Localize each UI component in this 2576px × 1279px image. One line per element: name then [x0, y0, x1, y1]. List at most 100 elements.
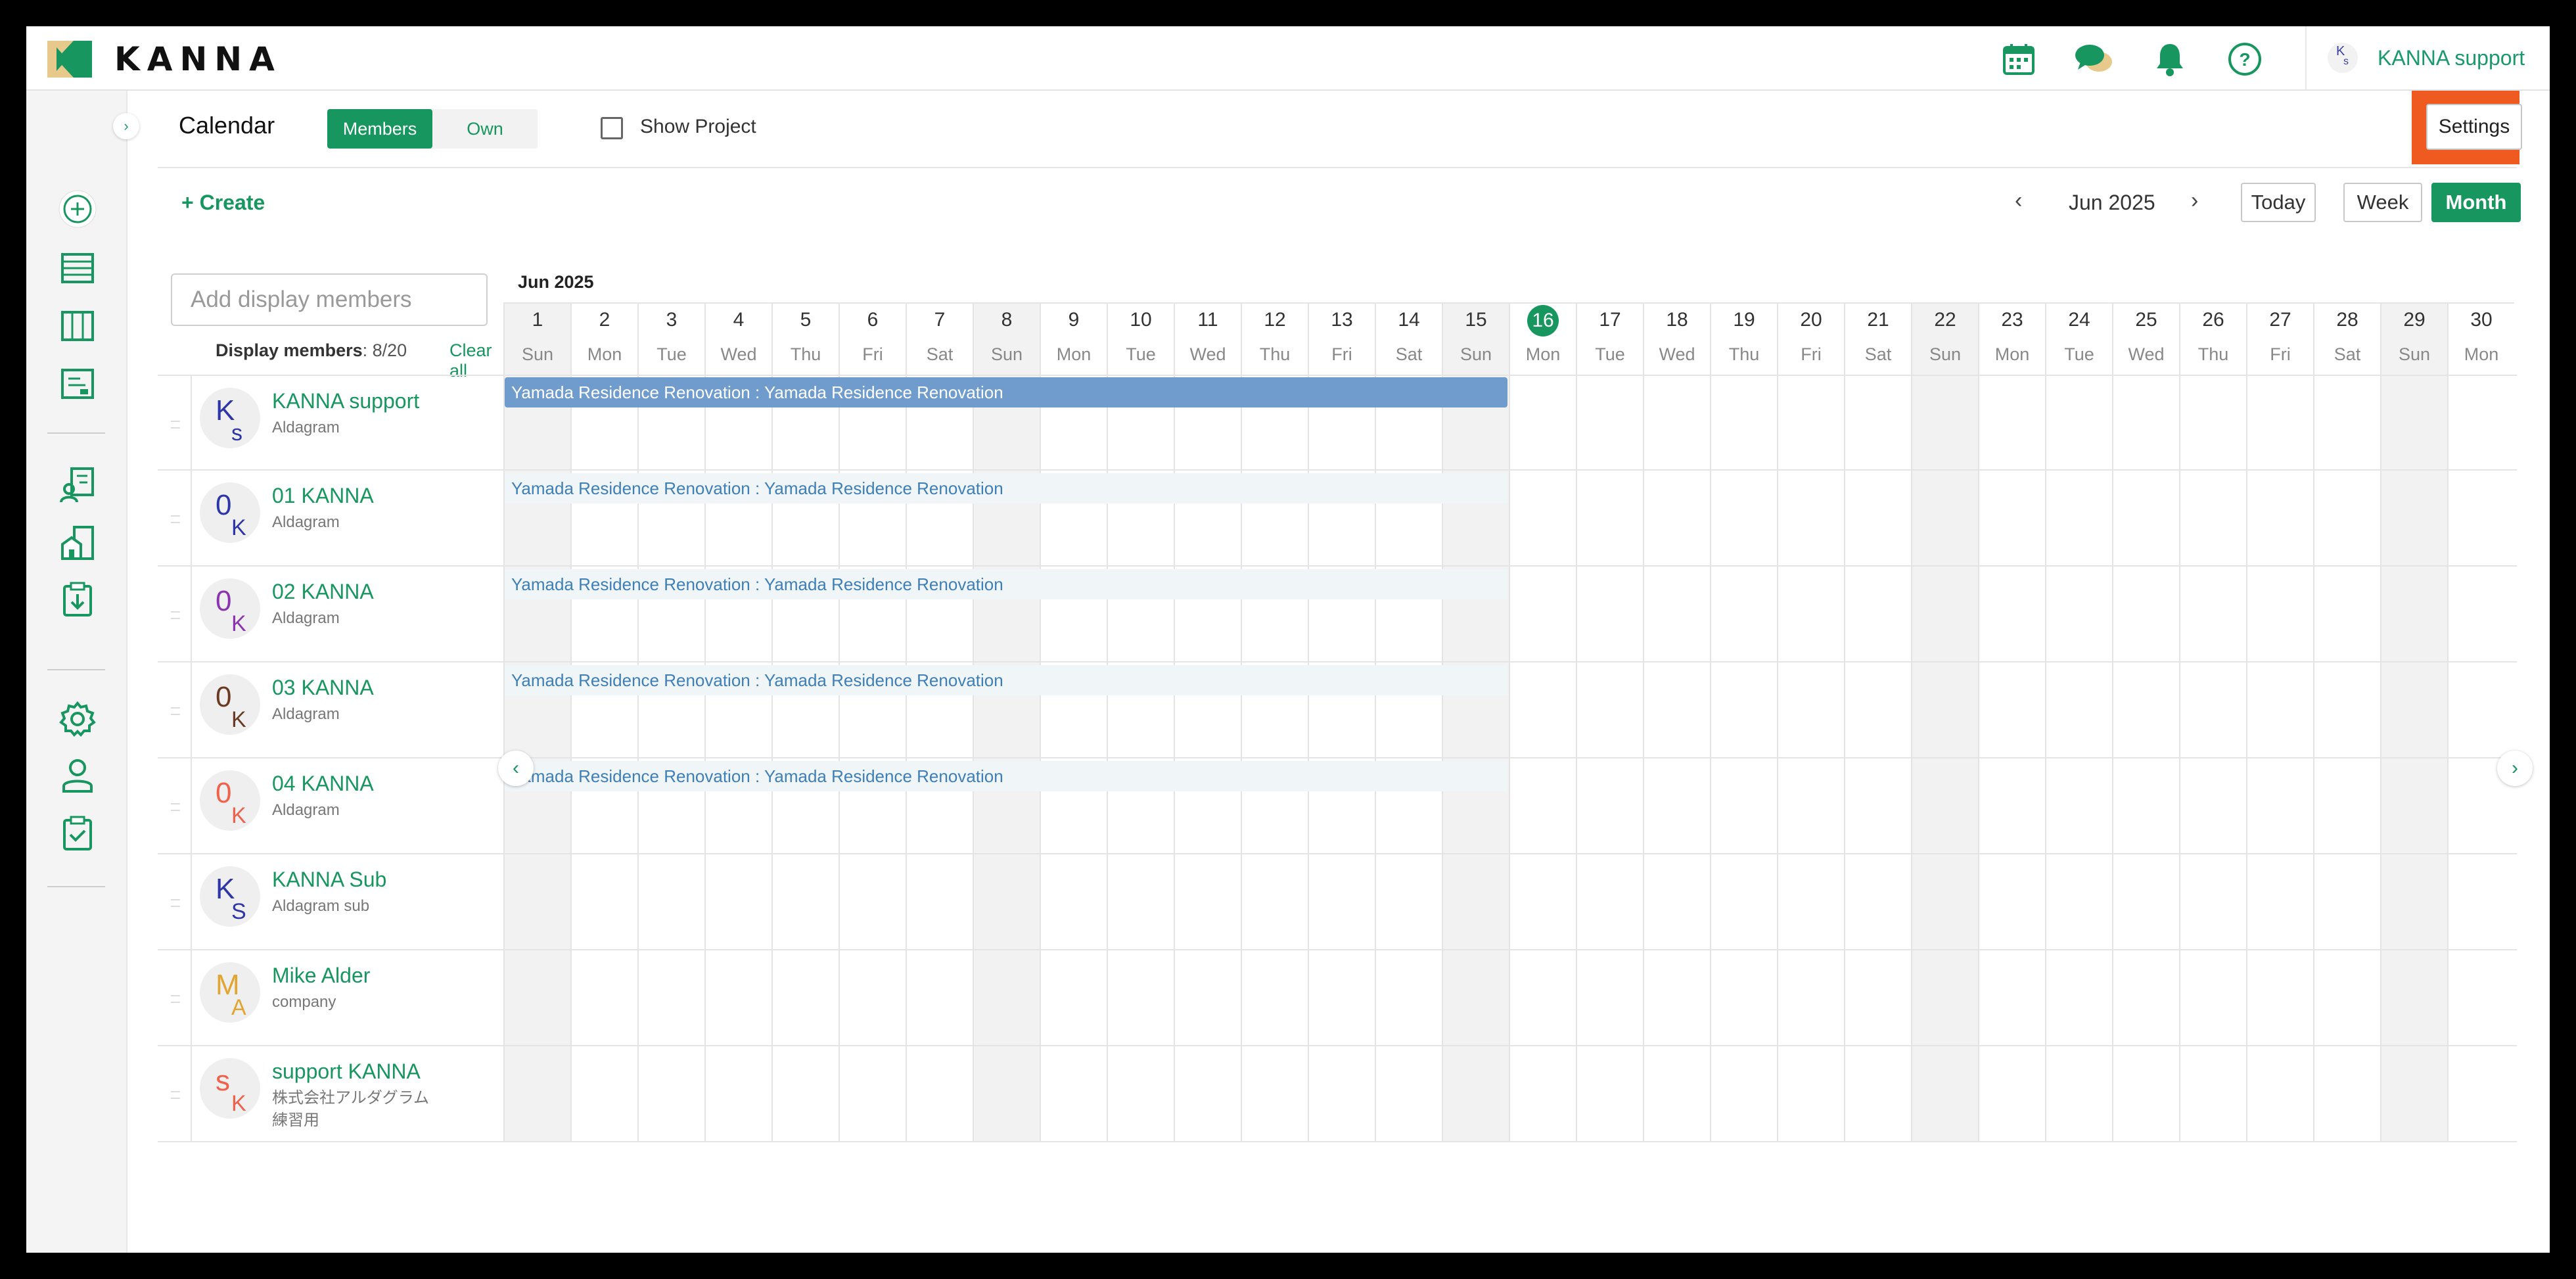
weekday-label: Mon [2464, 344, 2499, 364]
day-header: 9 Mon [1040, 302, 1107, 375]
day-number: 11 [1197, 309, 1218, 331]
member-name[interactable]: 04 KANNA [272, 772, 374, 796]
help-icon[interactable]: ? [2225, 39, 2265, 79]
user-menu[interactable]: K s KANNA support [2305, 26, 2525, 89]
member-company: Aldagram [272, 513, 340, 531]
settings-button[interactable]: Settings [2426, 104, 2522, 150]
scroll-right-button[interactable]: › [2497, 751, 2533, 786]
day-header: 29 Sun [2380, 302, 2447, 375]
day-header: 20 Fri [1777, 302, 1844, 375]
tab-own[interactable]: Own [432, 109, 538, 149]
member-name[interactable]: 02 KANNA [272, 580, 374, 604]
event-bar[interactable]: Yamada Residence Renovation : Yamada Res… [505, 569, 1507, 599]
display-members-value: : 8/20 [362, 340, 407, 360]
avatar-initial-bottom: K [231, 515, 246, 540]
current-month: Jun 2025 [2069, 191, 2155, 214]
avatar: 0K [200, 770, 260, 831]
day-header: 21 Sat [1844, 302, 1911, 375]
day-number: 14 [1398, 309, 1420, 331]
member-name[interactable]: 01 KANNA [272, 484, 374, 508]
drag-handle[interactable] [171, 899, 180, 907]
avatar: Ks [200, 388, 260, 448]
weekday-label: Wed [720, 344, 757, 364]
weekday-label: Mon [1525, 344, 1561, 364]
show-project-checkbox[interactable] [601, 117, 623, 139]
avatar-initial-top: 0 [216, 681, 232, 713]
weekday-label: Mon [587, 344, 622, 364]
member-row: M A Mike Alder company [158, 950, 2517, 1046]
weekday-label: Tue [2064, 344, 2094, 364]
member-company: Aldagram [272, 801, 340, 819]
weekday-label: Sun [521, 344, 554, 364]
member-name[interactable]: Mike Alder [272, 964, 370, 988]
list-icon[interactable] [58, 248, 97, 288]
grid-month-label: Jun 2025 [518, 272, 594, 292]
display-members-label: Display members [216, 340, 363, 360]
day-number: 12 [1264, 309, 1286, 331]
weekday-label: Sun [1460, 344, 1492, 364]
next-month-button[interactable]: › [2191, 188, 2198, 214]
clipboard-download-icon[interactable] [58, 580, 97, 619]
kanna-logo[interactable]: KANNA [47, 40, 282, 78]
report-icon[interactable] [58, 364, 97, 404]
avatar: 0K [200, 578, 260, 639]
user-icon[interactable] [58, 756, 97, 795]
documents-icon[interactable] [58, 465, 97, 505]
event-bar[interactable]: Yamada Residence Renovation : Yamada Res… [505, 665, 1507, 695]
page-title: Calendar [179, 112, 275, 139]
day-number: 5 [800, 309, 812, 331]
day-header: 2 Mon [570, 302, 637, 375]
sites-icon[interactable] [58, 523, 97, 563]
create-icon[interactable] [58, 189, 97, 229]
event-bar[interactable]: Yamada Residence Renovation : Yamada Res… [505, 377, 1507, 407]
weekday-label: Wed [2128, 344, 2165, 364]
day-header: 22 Sun [1911, 302, 1978, 375]
show-project-label[interactable]: Show Project [640, 116, 756, 138]
board-icon[interactable] [58, 306, 97, 346]
scroll-left-button[interactable]: ‹ [498, 751, 534, 786]
settings-gear-icon[interactable] [58, 699, 97, 739]
day-number: 6 [867, 309, 879, 331]
day-header: 6 Fri [839, 302, 906, 375]
member-name[interactable]: KANNA support [272, 389, 419, 413]
kanna-logo-icon [47, 41, 92, 78]
day-number: 21 [1867, 309, 1889, 331]
prev-month-button[interactable]: ‹ [2015, 188, 2022, 214]
drag-handle[interactable] [171, 421, 180, 429]
drag-handle[interactable] [171, 515, 180, 523]
tab-members[interactable]: Members [327, 109, 432, 149]
event-bar[interactable]: Yamada Residence Renovation : Yamada Res… [505, 473, 1507, 503]
member-name[interactable]: KANNA Sub [272, 868, 386, 892]
clipboard-check-icon[interactable] [58, 814, 97, 853]
weekday-label: Thu [2197, 344, 2229, 364]
event-bar[interactable]: Yamada Residence Renovation : Yamada Res… [505, 761, 1507, 791]
member-row: s Ksupport KANNA 株式会社アルダグラム 練習用 [158, 1046, 2517, 1142]
chat-icon[interactable] [2074, 39, 2113, 79]
month-view-button[interactable]: Month [2431, 183, 2521, 222]
weekday-label: Fri [2270, 344, 2291, 364]
member-name[interactable]: 03 KANNA [272, 676, 374, 700]
top-header: KANNA ? K s KANNA support [26, 26, 2550, 91]
add-members-input[interactable]: Add display members [171, 273, 488, 326]
bell-icon[interactable] [2150, 39, 2190, 79]
app-window: KANNA ? K s KANNA support › Calendar Mem… [26, 26, 2550, 1253]
day-number: 9 [1068, 309, 1080, 331]
member-company: Aldagram [272, 419, 340, 436]
drag-handle[interactable] [171, 803, 180, 811]
day-number: 1 [532, 309, 543, 331]
drag-handle[interactable] [171, 707, 180, 715]
drag-handle[interactable] [171, 611, 180, 619]
drag-handle[interactable] [171, 1091, 180, 1099]
create-button[interactable]: + Create [181, 191, 265, 215]
sidebar-expand-button[interactable]: › [113, 113, 139, 139]
member-name[interactable]: support KANNA [272, 1059, 421, 1084]
day-number: 19 [1733, 309, 1755, 331]
today-button[interactable]: Today [2241, 183, 2316, 222]
drag-handle[interactable] [171, 995, 180, 1003]
member-info: M A Mike Alder company [191, 950, 503, 1046]
calendar-icon[interactable] [1999, 39, 2038, 79]
week-view-button[interactable]: Week [2343, 183, 2422, 222]
weekday-label: Sun [1929, 344, 1962, 364]
member-company: 株式会社アルダグラム 練習用 [272, 1089, 430, 1129]
weekday-label: Tue [1595, 344, 1625, 364]
